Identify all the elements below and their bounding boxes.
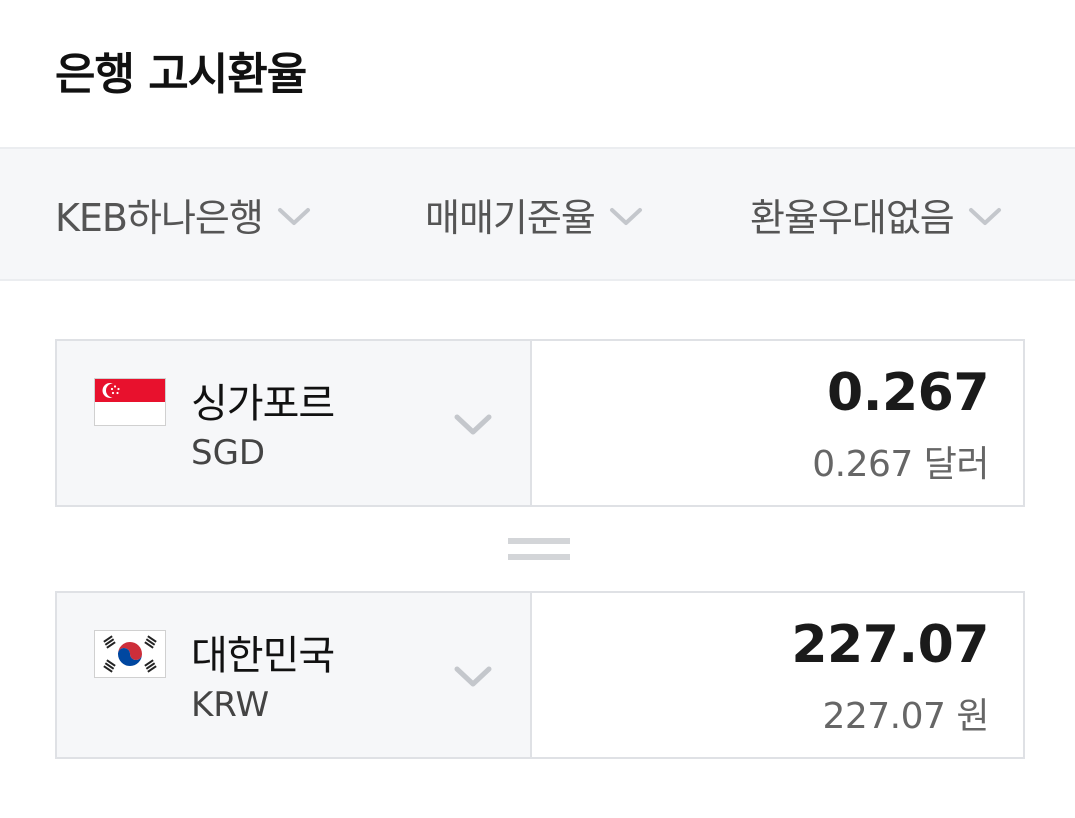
to-currency-row: 대한민국 KRW 227.07 227.07 원 xyxy=(55,591,1025,759)
from-currency-code: SGD xyxy=(191,433,266,473)
chevron-down-icon xyxy=(453,665,493,693)
scroll-fade xyxy=(1005,149,1075,279)
chevron-down-icon xyxy=(609,192,643,236)
bank-filter-label: KEB하나은행 xyxy=(55,195,264,240)
from-amount-value: 0.267 xyxy=(827,363,989,423)
to-amount-text: 227.07 원 xyxy=(822,696,989,737)
from-amount-text: 0.267 달러 xyxy=(812,444,989,485)
preferential-rate-dropdown[interactable]: 환율우대없음 xyxy=(750,149,1002,279)
singapore-flag-icon xyxy=(94,378,166,426)
from-country-name: 싱가포르 xyxy=(191,381,335,427)
rate-type-dropdown[interactable]: 매매기준율 xyxy=(425,149,643,279)
preferential-rate-label: 환율우대없음 xyxy=(750,195,955,240)
from-currency-row: 싱가포르 SGD 0.267 0.267 달러 xyxy=(55,339,1025,507)
chevron-down-icon xyxy=(453,413,493,441)
equals-icon xyxy=(508,538,570,570)
to-currency-select[interactable]: 대한민국 KRW xyxy=(57,593,532,757)
from-currency-select[interactable]: 싱가포르 SGD xyxy=(57,341,532,505)
to-amount-input[interactable]: 227.07 227.07 원 xyxy=(532,593,1023,757)
to-amount-value: 227.07 xyxy=(791,615,989,675)
bank-filter-dropdown[interactable]: KEB하나은행 xyxy=(55,149,311,279)
chevron-down-icon xyxy=(968,192,1002,236)
rate-type-label: 매매기준율 xyxy=(425,195,596,240)
from-amount-input[interactable]: 0.267 0.267 달러 xyxy=(532,341,1023,505)
to-currency-code: KRW xyxy=(191,685,270,725)
to-country-name: 대한민국 xyxy=(191,633,335,679)
page-title: 은행 고시환율 xyxy=(55,49,307,100)
south-korea-flag-icon xyxy=(94,630,166,678)
filter-bar: KEB하나은행 매매기준율 환율우대없음 xyxy=(0,147,1075,281)
chevron-down-icon xyxy=(277,192,311,236)
